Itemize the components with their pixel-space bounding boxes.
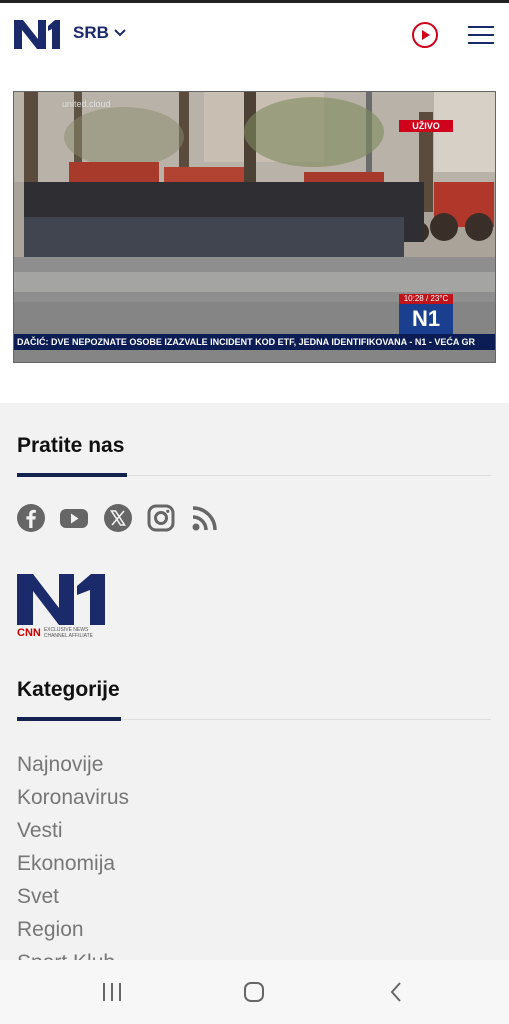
categories-accent-bar xyxy=(17,717,121,721)
site-header: SRB xyxy=(0,3,509,66)
n1-footer-logo xyxy=(17,574,105,625)
category-link-region[interactable]: Region xyxy=(17,918,84,942)
live-video-player[interactable]: united.cloud UŽIVO 10:28 / 23°C N1 DAČIĆ… xyxy=(13,91,496,363)
cnn-text: CNN xyxy=(17,627,41,639)
ticker-text: DAČIĆ: DVE NEPOZNATE OSOBE IZAZVALE INCI… xyxy=(17,337,476,347)
instagram-icon[interactable] xyxy=(146,503,176,533)
category-link-ekonomija[interactable]: Ekonomija xyxy=(17,852,115,876)
category-link-vesti[interactable]: Vesti xyxy=(17,819,63,843)
hamburger-menu-icon[interactable] xyxy=(468,23,494,47)
affiliate-line-2: CHANNEL AFFILIATE xyxy=(43,633,94,639)
home-icon[interactable] xyxy=(243,981,265,1003)
n1-logo[interactable] xyxy=(12,17,62,51)
channel-logo-overlay: N1 xyxy=(399,304,453,334)
facebook-icon[interactable] xyxy=(16,503,46,533)
news-ticker: DAČIĆ: DVE NEPOZNATE OSOBE IZAZVALE INCI… xyxy=(14,334,495,350)
play-circle-icon[interactable] xyxy=(411,21,439,49)
region-label: SRB xyxy=(73,23,109,42)
system-navigation-bar xyxy=(0,960,509,1024)
time-temperature: 10:28 / 23°C xyxy=(399,294,453,304)
categories-title: Kategorije xyxy=(17,678,120,701)
back-icon[interactable] xyxy=(388,981,404,1003)
x-twitter-icon[interactable] xyxy=(103,503,133,533)
category-link-svet[interactable]: Svet xyxy=(17,885,59,909)
channel-logo-text: N1 xyxy=(411,306,441,331)
n1-cnn-brand[interactable]: CNN EXCLUSIVE NEWS CHANNEL AFFILIATE xyxy=(16,570,108,644)
recent-apps-icon[interactable] xyxy=(101,982,123,1002)
youtube-icon[interactable] xyxy=(59,503,89,533)
follow-accent-bar xyxy=(17,473,127,477)
region-selector[interactable]: SRB xyxy=(73,23,127,43)
live-badge: UŽIVO xyxy=(399,120,453,132)
rss-icon[interactable] xyxy=(190,503,220,533)
category-link-najnovije[interactable]: Najnovije xyxy=(17,753,103,777)
follow-us-title: Pratite nas xyxy=(17,434,125,457)
watermark: united.cloud xyxy=(62,99,111,109)
chevron-down-icon xyxy=(114,29,126,37)
category-link-koronavirus[interactable]: Koronavirus xyxy=(17,786,129,810)
